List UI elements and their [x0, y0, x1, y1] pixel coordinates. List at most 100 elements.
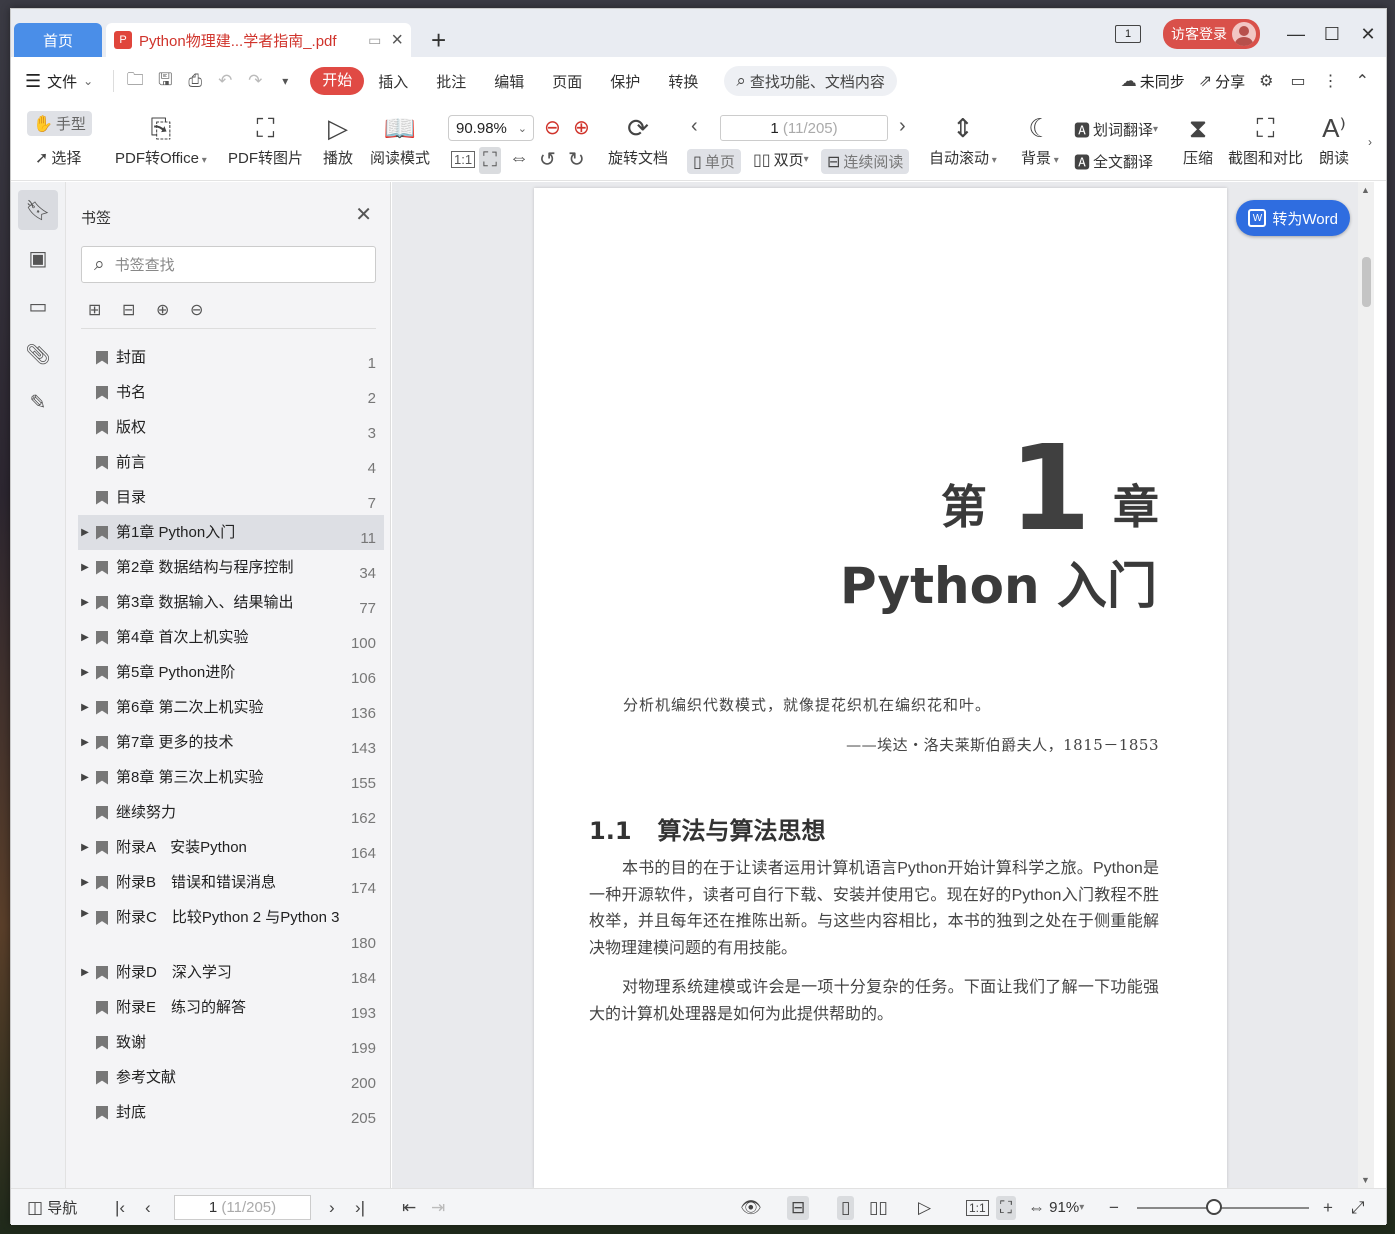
- expand-arrow-icon[interactable]: ▶: [78, 667, 92, 678]
- bookmark-item[interactable]: 版权 3: [78, 410, 384, 445]
- zoom-select[interactable]: 90.98% ⌄: [448, 115, 534, 141]
- more-button[interactable]: ⋮: [1323, 71, 1342, 91]
- tab-document[interactable]: P Python物理建...学者指南_.pdf ▭ ×: [106, 23, 411, 57]
- page-number-input[interactable]: 1 (11/205): [720, 115, 888, 141]
- close-icon[interactable]: ✕: [355, 202, 372, 227]
- play-button[interactable]: ▷: [918, 1189, 931, 1226]
- add-bookmark-icon[interactable]: ⊕: [156, 300, 190, 320]
- single-view-button[interactable]: ▯: [837, 1189, 855, 1226]
- tab-home[interactable]: 首页: [14, 23, 102, 57]
- status-page-input[interactable]: 1 (11/205): [174, 1195, 311, 1220]
- rotate-right-icon[interactable]: ↻: [568, 147, 585, 172]
- pin-screen-icon[interactable]: ▭: [368, 32, 381, 49]
- expand-all-icon[interactable]: ⊞: [88, 300, 122, 320]
- convert-to-word-button[interactable]: W 转为Word: [1236, 200, 1350, 236]
- undo-icon[interactable]: ↶: [210, 71, 240, 91]
- double-page-button[interactable]: ▯▯ 双页 ▾: [753, 149, 809, 170]
- guest-login-button[interactable]: 访客登录: [1163, 19, 1260, 49]
- double-view-button[interactable]: ▯▯: [869, 1189, 888, 1226]
- tab-edit[interactable]: 编辑: [480, 71, 538, 92]
- comment-panel-button[interactable]: ▭: [18, 286, 58, 326]
- maximize-button[interactable]: ☐: [1314, 24, 1350, 45]
- bookmark-item[interactable]: ▶ 第8章 第三次上机实验 155: [78, 760, 384, 795]
- comment-button[interactable]: ▭: [1290, 71, 1308, 91]
- pdf-to-office-button[interactable]: ⎘ PDF转Office ▾: [115, 111, 207, 168]
- bookmark-item[interactable]: ▶ 附录B 错误和错误消息 174: [78, 865, 384, 900]
- word-translate-button[interactable]: 🅰 划词翻译 ▾: [1074, 117, 1158, 141]
- compress-button[interactable]: ⧗ 压缩: [1183, 111, 1213, 168]
- zoom-in-icon[interactable]: ⊕: [573, 115, 590, 140]
- customize-toolbar-icon[interactable]: ▾: [270, 74, 300, 88]
- bookmark-panel-button[interactable]: 🔖︎: [18, 190, 58, 230]
- document-viewport[interactable]: 第 1 章 Python 入门 分析机编织代数模式，就像提花织机在编织花和叶。 …: [392, 182, 1374, 1188]
- continuous-view-button[interactable]: ⊟: [787, 1189, 810, 1226]
- zoom-out-icon[interactable]: ⊖: [544, 115, 561, 140]
- prev-page-button[interactable]: ‹: [145, 1189, 151, 1226]
- expand-arrow-icon[interactable]: ▶: [78, 527, 92, 538]
- zoom-dropdown[interactable]: ⇔ 91% ▾: [1028, 1189, 1084, 1226]
- expand-arrow-icon[interactable]: ▶: [78, 702, 92, 713]
- zoom-in-button[interactable]: +: [1323, 1189, 1333, 1226]
- next-page-icon[interactable]: ›: [899, 115, 906, 138]
- back-button[interactable]: ⇤: [402, 1189, 416, 1226]
- zoom-slider-handle[interactable]: [1206, 1199, 1222, 1215]
- function-search[interactable]: ⌕ 查找功能、文档内容: [724, 66, 897, 96]
- remove-bookmark-icon[interactable]: ⊖: [190, 300, 224, 320]
- tab-insert[interactable]: 插入: [364, 71, 422, 92]
- eye-protect-button[interactable]: 👁︎: [740, 1189, 762, 1226]
- new-tab-button[interactable]: +: [431, 27, 446, 53]
- close-window-button[interactable]: ✕: [1350, 24, 1386, 45]
- bookmark-item[interactable]: ▶ 附录D 深入学习 184: [78, 955, 384, 990]
- file-menu[interactable]: ☰ 文件 ⌄: [25, 71, 93, 92]
- scroll-down-icon[interactable]: ▼: [1361, 1175, 1370, 1185]
- scroll-up-icon[interactable]: ▲: [1361, 185, 1370, 195]
- previous-page-icon[interactable]: ‹: [691, 115, 698, 138]
- rotate-document-button[interactable]: ⟳ 旋转文档: [608, 111, 668, 168]
- bookmark-item[interactable]: 书名 2: [78, 375, 384, 410]
- expand-arrow-icon[interactable]: ▶: [78, 562, 92, 573]
- bookmark-item[interactable]: 继续努力 162: [78, 795, 384, 830]
- tab-start[interactable]: 开始: [310, 67, 365, 95]
- navigation-toggle[interactable]: ◫ 导航: [27, 1189, 77, 1226]
- rotate-left-icon[interactable]: ↺: [539, 147, 556, 172]
- zoom-slider-track[interactable]: [1137, 1207, 1309, 1209]
- print-icon[interactable]: ⎙: [180, 71, 210, 91]
- expand-arrow-icon[interactable]: ▶: [78, 632, 92, 643]
- screenshot-compare-button[interactable]: ⛶ 截图和对比: [1228, 111, 1303, 168]
- bookmark-item[interactable]: ▶ 第3章 数据输入、结果输出 77: [78, 585, 384, 620]
- forward-button[interactable]: ⇥: [431, 1189, 445, 1226]
- bookmark-item[interactable]: 前言 4: [78, 445, 384, 480]
- auto-scroll-button[interactable]: ⇕ 自动滚动 ▾: [929, 111, 997, 168]
- minimize-button[interactable]: —: [1278, 24, 1314, 45]
- tab-convert[interactable]: 转换: [654, 71, 712, 92]
- bookmark-item[interactable]: ▶ 附录A 安装Python 164: [78, 830, 384, 865]
- bookmark-item[interactable]: ▶ 第7章 更多的技术 143: [78, 725, 384, 760]
- expand-arrow-icon[interactable]: ▶: [78, 908, 92, 919]
- bookmark-item[interactable]: ▶ 第4章 首次上机实验 100: [78, 620, 384, 655]
- bookmark-item[interactable]: 致谢 199: [78, 1025, 384, 1060]
- attachment-panel-button[interactable]: 📎︎: [18, 334, 58, 374]
- scrollbar-thumb[interactable]: [1362, 257, 1371, 307]
- expand-arrow-icon[interactable]: ▶: [78, 842, 92, 853]
- bookmark-item[interactable]: ▶ 附录C 比较Python 2 与Python 3 180: [78, 900, 384, 955]
- zoom-out-button[interactable]: −: [1109, 1189, 1119, 1226]
- pdf-to-image-button[interactable]: ⛶ PDF转图片: [228, 111, 303, 168]
- expand-arrow-icon[interactable]: ▶: [78, 877, 92, 888]
- bookmark-item[interactable]: 参考文献 200: [78, 1060, 384, 1095]
- read-mode-button[interactable]: 📖 阅读模式: [370, 111, 430, 168]
- expand-arrow-icon[interactable]: ▶: [78, 597, 92, 608]
- save-icon[interactable]: 🖫: [150, 67, 180, 96]
- last-page-button[interactable]: ›|: [355, 1189, 365, 1226]
- bookmark-item[interactable]: 附录E 练习的解答 193: [78, 990, 384, 1025]
- tab-protect[interactable]: 保护: [596, 71, 654, 92]
- share-button[interactable]: ⇗ 分享: [1199, 71, 1245, 92]
- read-aloud-button[interactable]: A⁾ 朗读: [1319, 111, 1349, 168]
- bookmark-item[interactable]: 封底 205: [78, 1095, 384, 1130]
- tab-page[interactable]: 页面: [538, 71, 596, 92]
- actual-size-button[interactable]: 1:1: [966, 1189, 989, 1226]
- sync-status[interactable]: ☁ 未同步: [1121, 71, 1185, 92]
- expand-arrow-icon[interactable]: ▶: [78, 967, 92, 978]
- collapse-all-icon[interactable]: ⊟: [122, 300, 156, 320]
- tab-annotate[interactable]: 批注: [422, 71, 480, 92]
- open-folder-icon[interactable]: 🗀: [120, 67, 150, 96]
